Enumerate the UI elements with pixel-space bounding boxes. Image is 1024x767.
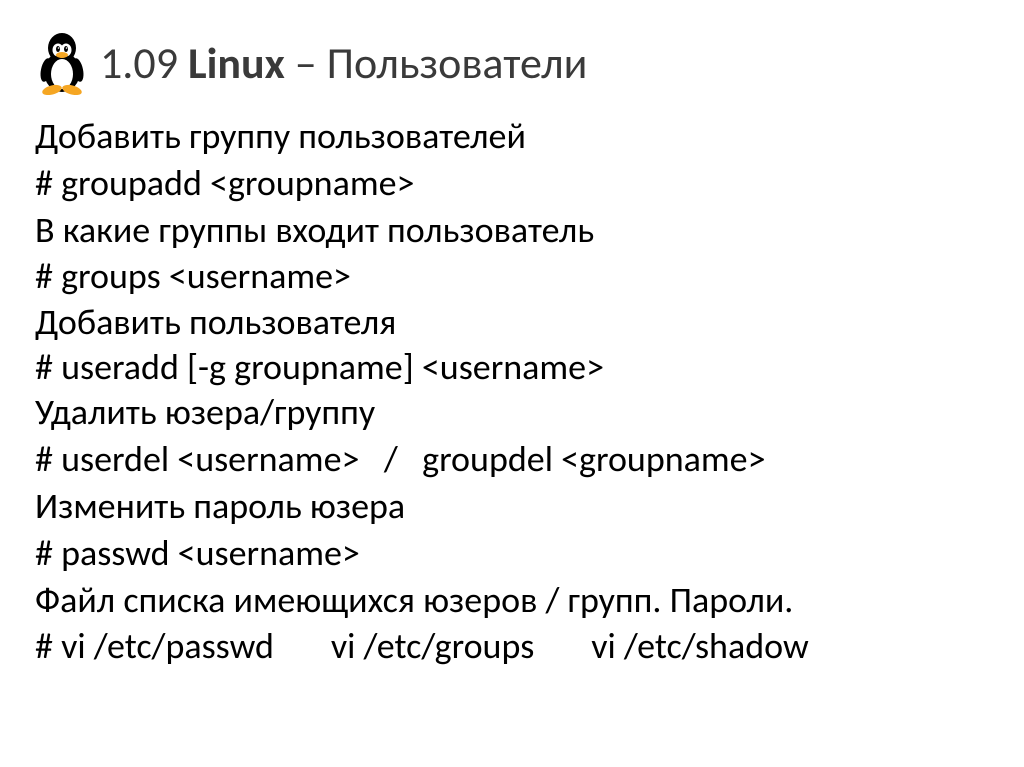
- tux-penguin-icon: [35, 30, 90, 95]
- command-line: # groups <username>: [35, 253, 989, 300]
- text-line: Файл списка имеющихся юзеров / групп. Па…: [35, 577, 989, 624]
- title-subtitle: Пользователи: [327, 36, 588, 90]
- text-line: Добавить пользователя: [35, 300, 989, 345]
- command-line: # passwd <username>: [35, 530, 989, 577]
- text-line: Изменить пароль юзера: [35, 483, 989, 530]
- slide-header: 1.09 Linux – Пользователи: [35, 30, 989, 95]
- title-number: 1.09: [100, 36, 178, 90]
- command-line: # vi /etc/passwd vi /etc/groups vi /etc/…: [35, 623, 989, 670]
- slide-title: 1.09 Linux – Пользователи: [100, 36, 587, 90]
- command-line: # useradd [-g groupname] <username>: [35, 345, 989, 390]
- slide-content: Добавить группу пользователей # groupadd…: [35, 113, 989, 670]
- title-bold: Linux: [188, 36, 285, 90]
- command-line: # groupadd <groupname>: [35, 160, 989, 207]
- text-line: Добавить группу пользователей: [35, 113, 989, 160]
- command-line: # userdel <username> / groupdel <groupna…: [35, 436, 989, 483]
- text-line: Удалить юзера/группу: [35, 389, 989, 436]
- text-line: В какие группы входит пользователь: [35, 207, 989, 254]
- title-dash: –: [295, 36, 327, 90]
